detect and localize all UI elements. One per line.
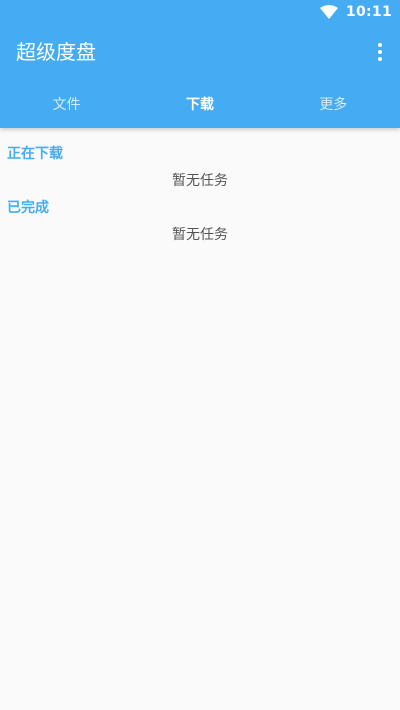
completed-empty-text: 暂无任务 bbox=[172, 227, 228, 243]
toolbar: 超级度盘 bbox=[0, 24, 400, 80]
app-bar: 10:11 超级度盘 文件 下载 更多 bbox=[0, 0, 400, 128]
section-header-downloading: 正在下载 bbox=[7, 146, 63, 162]
menu-dot bbox=[378, 43, 382, 47]
tab-downloads[interactable]: 下载 bbox=[133, 80, 266, 128]
download-content: 正在下载 暂无任务 已完成 暂无任务 bbox=[0, 128, 400, 250]
tab-files[interactable]: 文件 bbox=[0, 80, 133, 128]
menu-dot bbox=[378, 57, 382, 61]
tab-more[interactable]: 更多 bbox=[267, 80, 400, 128]
app-title: 超级度盘 bbox=[16, 40, 96, 64]
tab-bar: 文件 下载 更多 bbox=[0, 80, 400, 128]
downloading-empty-text: 暂无任务 bbox=[172, 173, 228, 189]
wifi-icon bbox=[319, 5, 338, 19]
screen: 10:11 超级度盘 文件 下载 更多 正在下载 暂无任务 已完成 暂无任务 bbox=[0, 0, 400, 710]
menu-dot bbox=[378, 50, 382, 54]
status-time: 10:11 bbox=[345, 4, 392, 20]
status-bar: 10:11 bbox=[0, 0, 400, 24]
status-icons: 10:11 bbox=[319, 2, 392, 22]
more-vert-icon[interactable] bbox=[368, 36, 392, 68]
section-header-completed: 已完成 bbox=[7, 200, 49, 216]
